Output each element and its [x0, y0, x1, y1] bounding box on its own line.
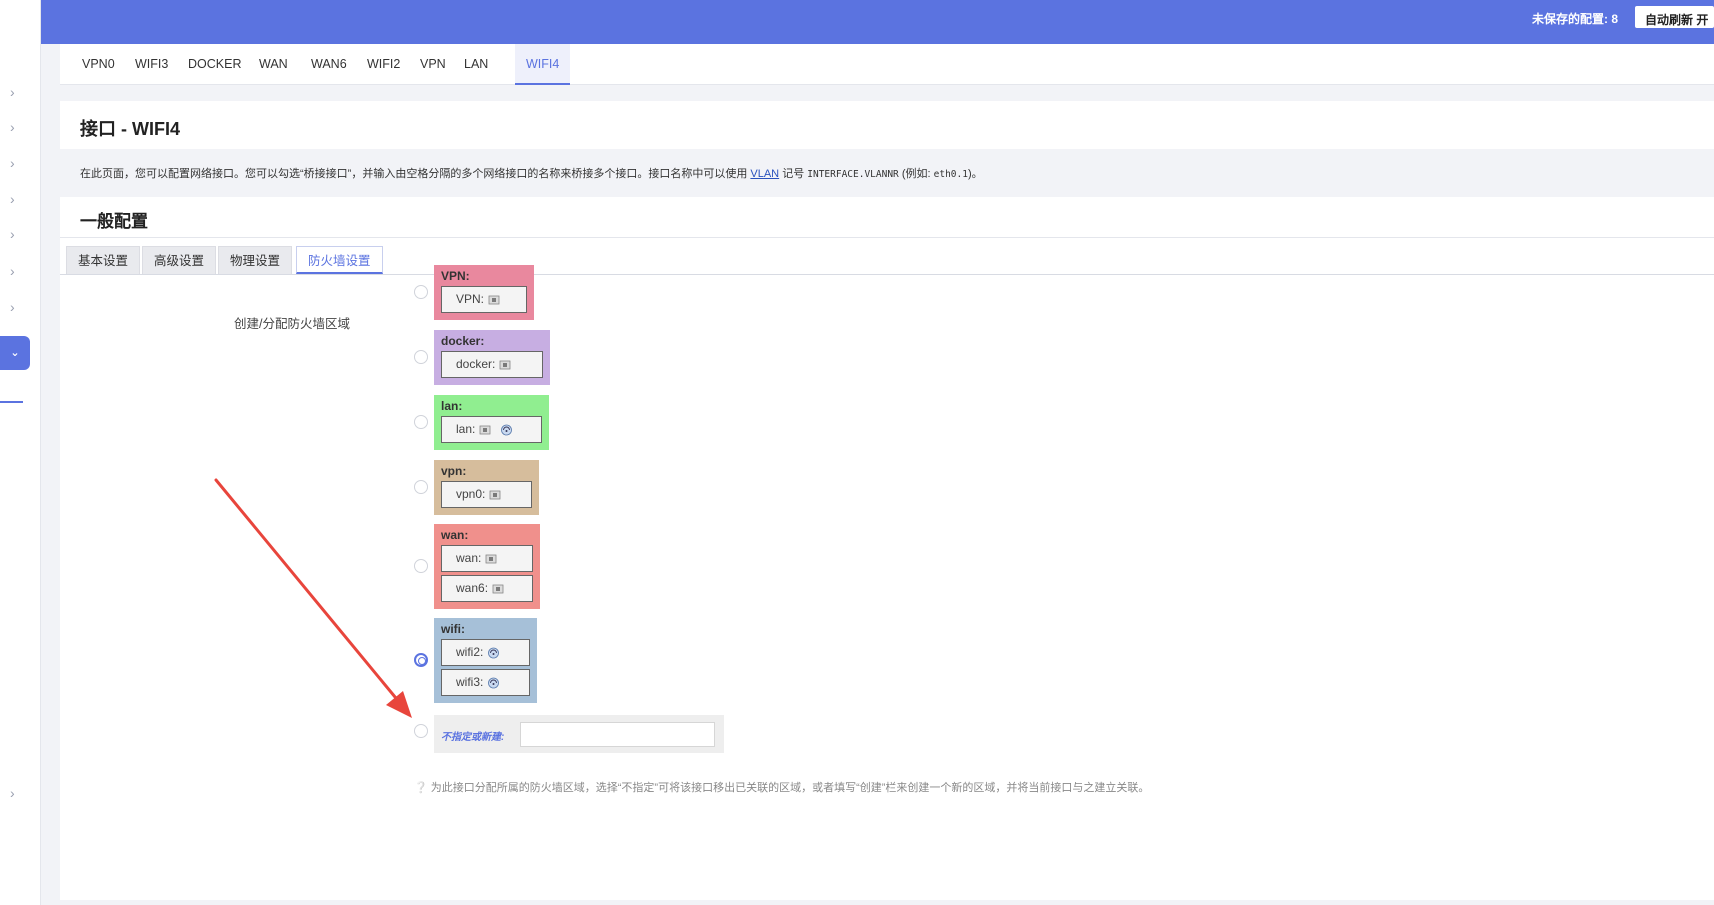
annotation-arrow: [214, 478, 412, 718]
